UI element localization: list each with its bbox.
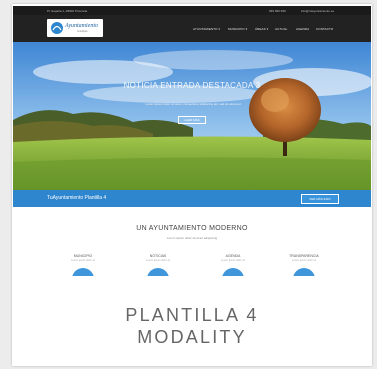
feature-title: TRANSPARENCIA: [289, 254, 319, 258]
hero-read-more-button[interactable]: LEER MÁS: [178, 116, 206, 124]
site-header: Ayuntamiento municipio AYUNTAMIENTO ▾ MU…: [13, 15, 371, 42]
template-title[interactable]: PLANTILLA 4 MODALITY: [12, 304, 372, 348]
feature-noticias-icon: [147, 268, 169, 276]
top-info-bar: Pl. España 1, 28000 Provincia 999 999 99…: [13, 6, 371, 15]
template-title-line1: PLANTILLA 4: [125, 305, 259, 325]
feature-municipio[interactable]: MUNICIPIO Lorem ipsum dolor sit: [58, 254, 108, 262]
hero-slider: NOTICIA ENTRADA DESTACADA 3 Lorem ipsum …: [13, 42, 371, 190]
logo-emblem-icon: [51, 22, 63, 34]
feature-agenda-icon: [222, 268, 244, 276]
nav-item-actual[interactable]: ACTUAL: [275, 27, 287, 31]
feature-transparencia-icon: [293, 268, 315, 276]
section-title: UN AYUNTAMIENTO MODERNO: [136, 225, 248, 232]
feature-noticias[interactable]: NOTICIAS Lorem ipsum dolor sit: [133, 254, 183, 262]
nav-item-areas[interactable]: ÁREAS ▾: [255, 27, 268, 31]
promo-bar-button[interactable]: VER MÁS INFO: [301, 194, 339, 204]
feature-title: MUNICIPIO: [73, 254, 93, 258]
nav-item-municipio[interactable]: MUNICIPIO ▾: [228, 27, 247, 31]
logo-name: Ayuntamiento: [65, 23, 98, 29]
template-preview-screenshot[interactable]: Pl. España 1, 28000 Provincia 999 999 99…: [13, 6, 371, 276]
phone-text: 999 999 999: [269, 9, 286, 13]
feature-desc: Lorem ipsum dolor sit: [146, 259, 170, 262]
promo-bar: TuAyuntamiento Plantilla 4 VER MÁS INFO: [13, 190, 371, 207]
feature-transparencia[interactable]: TRANSPARENCIA Lorem ipsum dolor sit: [279, 254, 329, 262]
nav-item-ayuntamiento[interactable]: AYUNTAMIENTO ▾: [193, 27, 220, 31]
template-card[interactable]: Pl. España 1, 28000 Provincia 999 999 99…: [12, 4, 372, 366]
nav-item-contacto[interactable]: CONTACTO: [316, 27, 333, 31]
feature-municipio-icon: [72, 268, 94, 276]
feature-desc: Lorem ipsum dolor sit: [71, 259, 95, 262]
feature-agenda[interactable]: AGENDA Lorem ipsum dolor sit: [208, 254, 258, 262]
promo-bar-text: TuAyuntamiento Plantilla 4: [47, 195, 107, 201]
template-title-line2: MODALITY: [137, 327, 247, 347]
logo-subtitle: municipio: [77, 30, 88, 33]
email-text: info@miayuntamiento.es: [301, 9, 335, 13]
nav-item-agenda[interactable]: AGENDA: [296, 27, 309, 31]
hero-subtitle: Lorem ipsum dolor sit amet, consectetur …: [145, 102, 241, 106]
site-logo[interactable]: Ayuntamiento municipio: [47, 19, 103, 37]
hero-title: NOTICIA ENTRADA DESTACADA 3: [123, 81, 261, 90]
address-text: Pl. España 1, 28000 Provincia: [47, 9, 88, 13]
feature-title: NOTICIAS: [149, 254, 167, 258]
feature-desc: Lorem ipsum dolor sit: [221, 259, 245, 262]
section-subtitle: Lorem ipsum dolor sit amet adipiscing: [166, 236, 218, 240]
feature-title: AGENDA: [225, 254, 241, 258]
feature-desc: Lorem ipsum dolor sit: [292, 259, 316, 262]
